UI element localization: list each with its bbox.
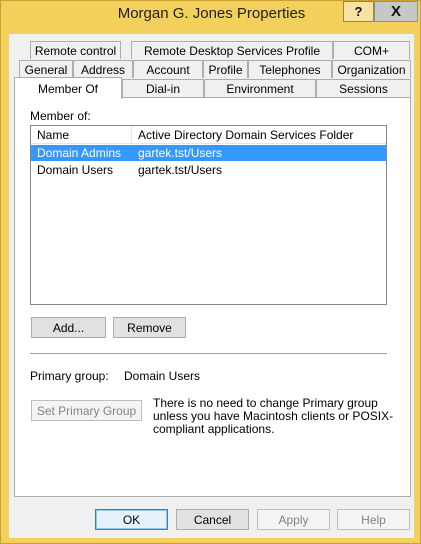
list-header: Name Active Directory Domain Services Fo… xyxy=(31,126,386,144)
properties-window: Morgan G. Jones Properties ? X Remote co… xyxy=(0,0,421,544)
help-button[interactable]: Help xyxy=(337,509,410,530)
tab-account[interactable]: Account xyxy=(133,60,203,78)
row-name: Domain Admins xyxy=(37,146,122,160)
tab-com-plus[interactable]: COM+ xyxy=(333,41,410,59)
tab-remote-control[interactable]: Remote control xyxy=(30,41,121,59)
row-folder: gartek.tst/Users xyxy=(138,163,223,177)
row-folder: gartek.tst/Users xyxy=(138,146,223,160)
tab-telephones[interactable]: Telephones xyxy=(248,60,332,78)
primary-group-label: Primary group: xyxy=(30,369,109,383)
add-button[interactable]: Add... xyxy=(31,317,106,338)
tab-environment[interactable]: Environment xyxy=(204,79,316,97)
list-row-domain-users[interactable]: Domain Users gartek.tst/Users xyxy=(31,162,386,178)
close-button[interactable]: X xyxy=(374,1,418,22)
separator xyxy=(30,353,387,354)
member-of-list[interactable]: Name Active Directory Domain Services Fo… xyxy=(30,125,387,305)
apply-button[interactable]: Apply xyxy=(257,509,330,530)
remove-button[interactable]: Remove xyxy=(113,317,186,338)
tab-address[interactable]: Address xyxy=(73,60,133,78)
help-title-button[interactable]: ? xyxy=(343,1,374,22)
primary-group-note: There is no need to change Primary group… xyxy=(153,396,394,436)
cancel-button[interactable]: Cancel xyxy=(176,509,249,530)
primary-group-value: Domain Users xyxy=(124,369,201,383)
column-header-name[interactable]: Name xyxy=(31,126,131,144)
tab-sessions[interactable]: Sessions xyxy=(316,79,411,97)
tab-remote-desktop-services-profile[interactable]: Remote Desktop Services Profile xyxy=(131,41,333,59)
ok-button[interactable]: OK xyxy=(95,509,168,530)
column-header-folder[interactable]: Active Directory Domain Services Folder xyxy=(131,126,386,144)
list-row-domain-admins[interactable]: Domain Admins gartek.tst/Users xyxy=(31,145,386,161)
tab-profile[interactable]: Profile xyxy=(203,60,248,78)
set-primary-group-button[interactable]: Set Primary Group xyxy=(31,400,142,421)
tab-general[interactable]: General xyxy=(19,60,73,78)
row-name: Domain Users xyxy=(37,163,114,177)
member-of-label: Member of: xyxy=(30,109,91,123)
tab-member-of[interactable]: Member Of xyxy=(14,77,122,99)
tab-dial-in[interactable]: Dial-in xyxy=(122,79,204,97)
tab-organization[interactable]: Organization xyxy=(332,60,411,78)
